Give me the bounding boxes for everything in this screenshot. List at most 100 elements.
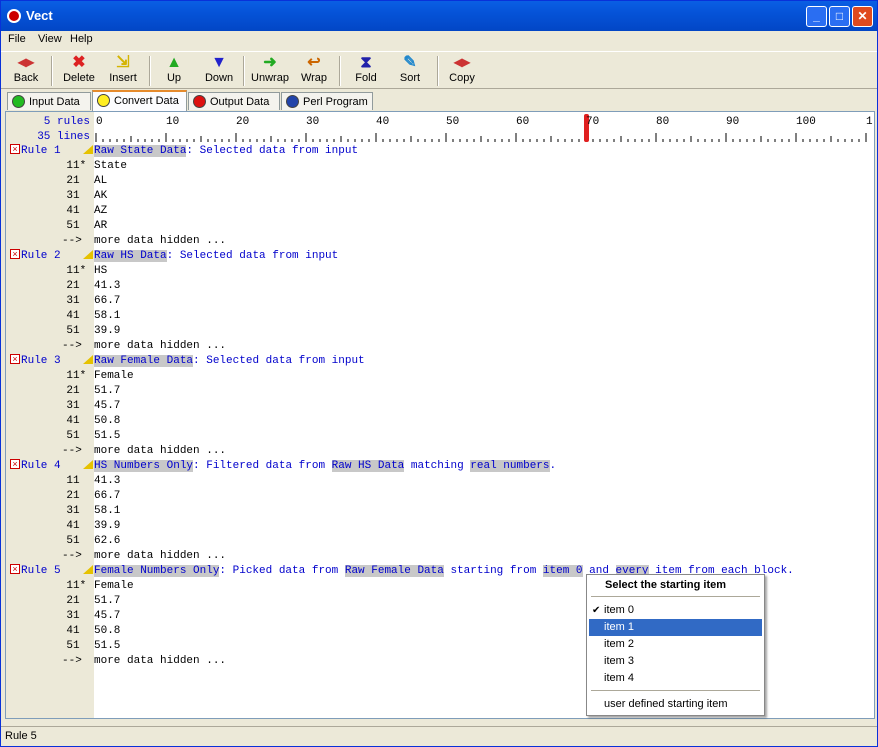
tab-perl-program[interactable]: Perl Program [281, 92, 373, 110]
field-number: 1 [73, 595, 80, 607]
delete-rule-icon[interactable]: × [10, 249, 20, 259]
line-number: 2 [66, 280, 73, 292]
rule-label[interactable]: × Rule 2 [10, 249, 61, 264]
rule-marker-icon [83, 565, 93, 574]
insert-button[interactable]: ⇲ Insert [105, 54, 141, 88]
rule-parameter[interactable]: Female Numbers Only [94, 565, 220, 577]
rule-parameter[interactable]: Raw HS Data [331, 460, 405, 472]
rule-label[interactable]: × Rule 1 [10, 144, 61, 159]
ruler-number: 0 [96, 116, 103, 128]
line-number-cell: 21 [6, 384, 94, 399]
data-line: 5 1 39.9 [6, 324, 874, 339]
field-number: 1* [73, 160, 87, 172]
menu-item-label: item 4 [604, 672, 634, 684]
more-data-row[interactable]: --> more data hidden ... [6, 339, 874, 354]
rule-label[interactable]: × Rule 3 [10, 354, 61, 369]
line-number-cell: 31 [6, 294, 94, 309]
rule-description[interactable]: Raw HS Data: Selected data from input [94, 249, 338, 264]
title-bar[interactable]: Vect _ □ ✕ [1, 1, 877, 31]
rule-description[interactable]: HS Numbers Only: Filtered data from Raw … [94, 459, 556, 474]
rule-description[interactable]: Raw State Data: Selected data from input [94, 144, 358, 159]
unwrap-button[interactable]: ➜ Unwrap [247, 54, 293, 88]
line-number-cell: 21 [6, 594, 94, 609]
rule-text: : Picked data from [219, 565, 345, 577]
more-data-row[interactable]: --> more data hidden ... [6, 234, 874, 249]
data-value: 58.1 [94, 310, 121, 322]
more-data-text: more data hidden ... [94, 445, 227, 457]
up-button[interactable]: ▲ Up [157, 54, 191, 88]
rule-parameter[interactable]: real numbers [470, 460, 550, 472]
field-number: 1 [73, 475, 80, 487]
column-ruler[interactable]: 0 10 20 30 40 50 60 70 80 90 100 1 [94, 114, 874, 144]
rule-parameter[interactable]: Raw State Data [94, 145, 187, 157]
field-number: 1 [73, 640, 80, 652]
menu-help[interactable]: Help [70, 33, 93, 45]
delete-button[interactable]: ✖ Delete [59, 54, 99, 88]
down-button[interactable]: ▼ Down [201, 54, 237, 88]
tab-input-data[interactable]: Input Data [7, 92, 91, 110]
delete-label: Delete [63, 72, 95, 84]
data-line: 4 1 50.8 [6, 414, 874, 429]
rule-description[interactable]: Raw Female Data: Selected data from inpu… [94, 354, 365, 369]
minimize-button[interactable]: _ [806, 6, 827, 27]
tab-output-data[interactable]: Output Data [188, 92, 280, 110]
expand-arrow[interactable]: --> [62, 339, 82, 354]
line-number-cell: 41 [6, 519, 94, 534]
menu-item-item-0[interactable]: ✔ item 0 [589, 602, 762, 619]
rule-header[interactable]: × Rule 1 Raw State Data: Selected data fro… [6, 144, 874, 159]
close-button[interactable]: ✕ [852, 6, 873, 27]
menu-item-label: item 0 [604, 604, 634, 616]
rule-parameter[interactable]: Raw HS Data [94, 250, 167, 262]
sort-button[interactable]: ✎ Sort [393, 54, 427, 88]
rule-parameter[interactable]: Raw Female Data [94, 355, 194, 367]
rule-parameter[interactable]: Raw Female Data [344, 565, 444, 577]
line-number: 1 [66, 370, 73, 382]
copy-button[interactable]: ◂▸ Copy [445, 54, 479, 88]
rule-header[interactable]: × Rule 2 Raw HS Data: Selected data from i… [6, 249, 874, 264]
menu-file[interactable]: File [8, 33, 26, 45]
delete-rule-icon[interactable]: × [10, 354, 20, 364]
menu-item-item-3[interactable]: item 3 [589, 653, 762, 670]
expand-arrow[interactable]: --> [62, 549, 82, 564]
tab-convert-data[interactable]: Convert Data [92, 90, 187, 111]
expand-arrow[interactable]: --> [62, 444, 82, 459]
line-number: 3 [66, 400, 73, 412]
toolbar-separator [51, 56, 53, 86]
toolbar-separator [339, 56, 341, 86]
data-value: 58.1 [94, 505, 121, 517]
rule-name: Rule 1 [21, 145, 61, 157]
menu-bar: File View Help [1, 31, 877, 49]
rule-label[interactable]: × Rule 5 [10, 564, 61, 579]
menu-item-item-2[interactable]: item 2 [589, 636, 762, 653]
delete-rule-icon[interactable]: × [10, 564, 20, 574]
menu-item-user-defined[interactable]: user defined starting item [589, 696, 762, 713]
fold-button[interactable]: ⧗ Fold [349, 54, 383, 88]
field-number: 1 [73, 505, 80, 517]
menu-item-item-1[interactable]: item 1 [589, 619, 762, 636]
delete-rule-icon[interactable]: × [10, 144, 20, 154]
more-data-row[interactable]: --> more data hidden ... [6, 444, 874, 459]
expand-arrow[interactable]: --> [62, 654, 82, 669]
rule-header[interactable]: × Rule 3 Raw Female Data: Selected data fr… [6, 354, 874, 369]
expand-arrow[interactable]: --> [62, 234, 82, 249]
line-number: 5 [66, 640, 73, 652]
window-title: Vect [26, 8, 53, 23]
ruler-number: 30 [306, 116, 320, 128]
menu-item-item-4[interactable]: item 4 [589, 670, 762, 687]
insert-icon: ⇲ [116, 54, 130, 71]
delete-rule-icon[interactable]: × [10, 459, 20, 469]
back-button[interactable]: ◂▸ Back [7, 54, 45, 88]
rule-text: : Selected data from input [193, 355, 365, 367]
more-data-row[interactable]: --> more data hidden ... [6, 549, 874, 564]
field-number: 1* [73, 580, 87, 592]
rule-parameter[interactable]: item 0 [542, 565, 583, 577]
data-line: 2 1 41.3 [6, 279, 874, 294]
rule-parameter[interactable]: HS Numbers Only [94, 460, 194, 472]
insert-label: Insert [109, 72, 137, 84]
wrap-button[interactable]: ↩ Wrap [297, 54, 331, 88]
data-value: AL [94, 175, 108, 187]
rule-header[interactable]: × Rule 4 HS Numbers Only: Filtered data fr… [6, 459, 874, 474]
maximize-button[interactable]: □ [829, 6, 850, 27]
menu-view[interactable]: View [38, 33, 62, 45]
rule-label[interactable]: × Rule 4 [10, 459, 61, 474]
